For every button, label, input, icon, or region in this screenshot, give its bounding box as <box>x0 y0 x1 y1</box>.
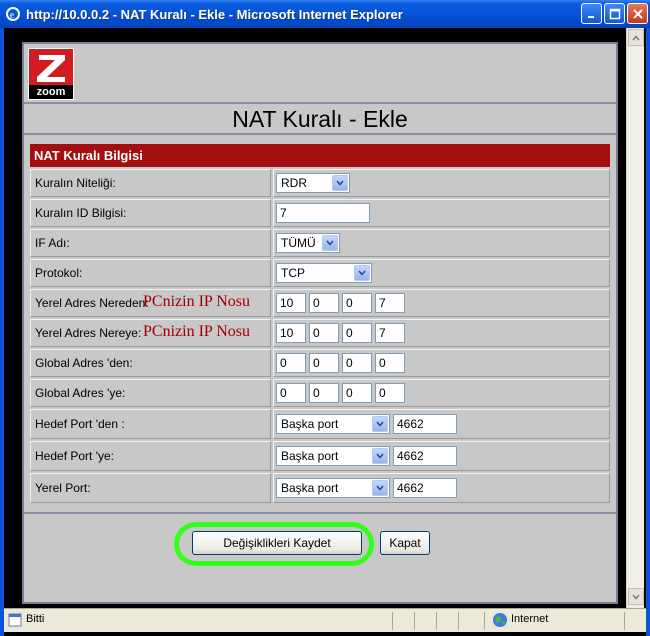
zoom-logo: zoom <box>28 48 74 100</box>
divider <box>24 102 616 104</box>
local-from-octet-4[interactable]: 7 <box>375 293 405 313</box>
global-from-octet-3[interactable]: 0 <box>342 353 372 373</box>
form-row-protocol: Protokol: TCP <box>30 259 610 287</box>
security-zone-text: Internet <box>511 613 549 625</box>
form-row-local-address-from: Yerel Adres Nereden: PCnizin IP Nosu 10 … <box>30 289 610 317</box>
chevron-down-icon <box>354 265 370 281</box>
local-to-octet-3[interactable]: 0 <box>342 323 372 343</box>
page-done-icon <box>8 613 22 630</box>
maximize-icon <box>609 8 620 19</box>
dest-port-from-select[interactable]: Başka port <box>276 414 390 434</box>
rule-id-input[interactable]: 7 <box>276 203 370 223</box>
protocol-label: Protokol: <box>30 259 271 287</box>
pc-ip-annotation: PCnizin IP Nosu <box>143 293 250 310</box>
form-row-if-name: IF Adı: TÜMÜ <box>30 229 610 257</box>
form-row-rule-type: Kuralın Niteliği: RDR <box>30 169 610 197</box>
pc-ip-annotation: PCnizin IP Nosu <box>143 323 250 340</box>
close-window-button[interactable] <box>627 3 648 24</box>
form-row-dest-port-from: Hedef Port 'den : Başka port 4662 <box>30 409 610 439</box>
section-header: NAT Kuralı Bilgisi <box>30 144 610 167</box>
form-row-local-port: Yerel Port: Başka port 4662 <box>30 473 610 503</box>
dest-port-to-label: Hedef Port 'ye: <box>30 441 271 471</box>
window-title-bar: e http://10.0.0.2 - NAT Kuralı - Ekle - … <box>0 0 650 28</box>
svg-text:e: e <box>10 9 15 21</box>
window-frame-right <box>646 28 650 636</box>
local-from-octet-3[interactable]: 0 <box>342 293 372 313</box>
chevron-up-icon <box>632 34 640 40</box>
global-to-octet-3[interactable]: 0 <box>342 383 372 403</box>
local-port-input[interactable]: 4662 <box>393 478 457 498</box>
local-to-octet-4[interactable]: 7 <box>375 323 405 343</box>
global-from-octet-1[interactable]: 0 <box>276 353 306 373</box>
minimize-button[interactable] <box>581 3 602 24</box>
form-row-dest-port-to: Hedef Port 'ye: Başka port 4662 <box>30 441 610 471</box>
rule-type-select[interactable]: RDR <box>276 173 350 193</box>
maximize-button[interactable] <box>604 3 625 24</box>
local-to-octet-1[interactable]: 10 <box>276 323 306 343</box>
dest-port-to-input[interactable]: 4662 <box>393 446 457 466</box>
chevron-down-icon <box>372 480 388 496</box>
status-text: Bitti <box>26 613 45 625</box>
form-row-global-address-to: Global Adres 'ye: 0 0 0 0 <box>30 379 610 407</box>
vertical-scrollbar[interactable] <box>626 28 644 608</box>
chevron-down-icon <box>372 448 388 464</box>
zoom-z-icon <box>37 55 65 82</box>
nat-rule-panel: zoom NAT Kuralı - Ekle NAT Kuralı Bilgis… <box>22 42 618 604</box>
form-row-rule-id: Kuralın ID Bilgisi: 7 <box>30 199 610 227</box>
window-title: http://10.0.0.2 - NAT Kuralı - Ekle - Mi… <box>26 6 403 22</box>
internet-explorer-icon: e <box>5 6 21 22</box>
protocol-value: TCP <box>281 266 305 280</box>
local-to-octet-2[interactable]: 0 <box>309 323 339 343</box>
global-to-octet-4[interactable]: 0 <box>375 383 405 403</box>
divider <box>24 133 616 135</box>
global-to-octet-1[interactable]: 0 <box>276 383 306 403</box>
if-name-select[interactable]: TÜMÜ <box>276 233 340 253</box>
scroll-up-button[interactable] <box>628 29 644 46</box>
chevron-down-icon <box>332 175 348 191</box>
globe-icon <box>492 612 508 631</box>
page-title: NAT Kuralı - Ekle <box>232 106 408 132</box>
close-icon <box>632 8 643 19</box>
chevron-down-icon <box>322 235 338 251</box>
local-from-octet-2[interactable]: 0 <box>309 293 339 313</box>
global-address-from-label: Global Adres 'den: <box>30 349 271 377</box>
local-from-octet-1[interactable]: 10 <box>276 293 306 313</box>
save-changes-button[interactable]: Değişiklikleri Kaydet <box>192 531 362 555</box>
dest-port-from-label: Hedef Port 'den : <box>30 409 271 439</box>
dest-port-from-input[interactable]: 4662 <box>393 414 457 434</box>
dest-port-to-select[interactable]: Başka port <box>276 446 390 466</box>
local-port-select-value: Başka port <box>281 481 339 495</box>
local-port-select[interactable]: Başka port <box>276 478 390 498</box>
rule-type-value: RDR <box>281 176 307 190</box>
divider <box>24 512 616 514</box>
global-from-octet-4[interactable]: 0 <box>375 353 405 373</box>
rule-type-label: Kuralın Niteliği: <box>30 169 271 197</box>
form-row-global-address-from: Global Adres 'den: 0 0 0 0 <box>30 349 610 377</box>
chevron-down-icon <box>372 416 388 432</box>
dest-port-to-select-value: Başka port <box>281 449 339 463</box>
global-to-octet-2[interactable]: 0 <box>309 383 339 403</box>
rule-id-label: Kuralın ID Bilgisi: <box>30 199 271 227</box>
dest-port-from-select-value: Başka port <box>281 417 339 431</box>
scroll-down-button[interactable] <box>628 588 644 605</box>
protocol-select[interactable]: TCP <box>276 263 372 283</box>
form-row-local-address-to: Yerel Adres Nereye: PCnizin IP Nosu 10 0… <box>30 319 610 347</box>
logo-text: zoom <box>29 85 73 99</box>
if-name-value: TÜMÜ <box>281 236 316 250</box>
minimize-icon <box>587 15 594 18</box>
local-port-label: Yerel Port: <box>30 473 271 503</box>
global-from-octet-2[interactable]: 0 <box>309 353 339 373</box>
chevron-down-icon <box>632 594 640 600</box>
status-bar: Bitti Internet <box>4 608 646 632</box>
if-name-label: IF Adı: <box>30 229 271 257</box>
close-button[interactable]: Kapat <box>380 531 430 555</box>
browser-viewport: zoom NAT Kuralı - Ekle NAT Kuralı Bilgis… <box>4 28 626 608</box>
global-address-to-label: Global Adres 'ye: <box>30 379 271 407</box>
